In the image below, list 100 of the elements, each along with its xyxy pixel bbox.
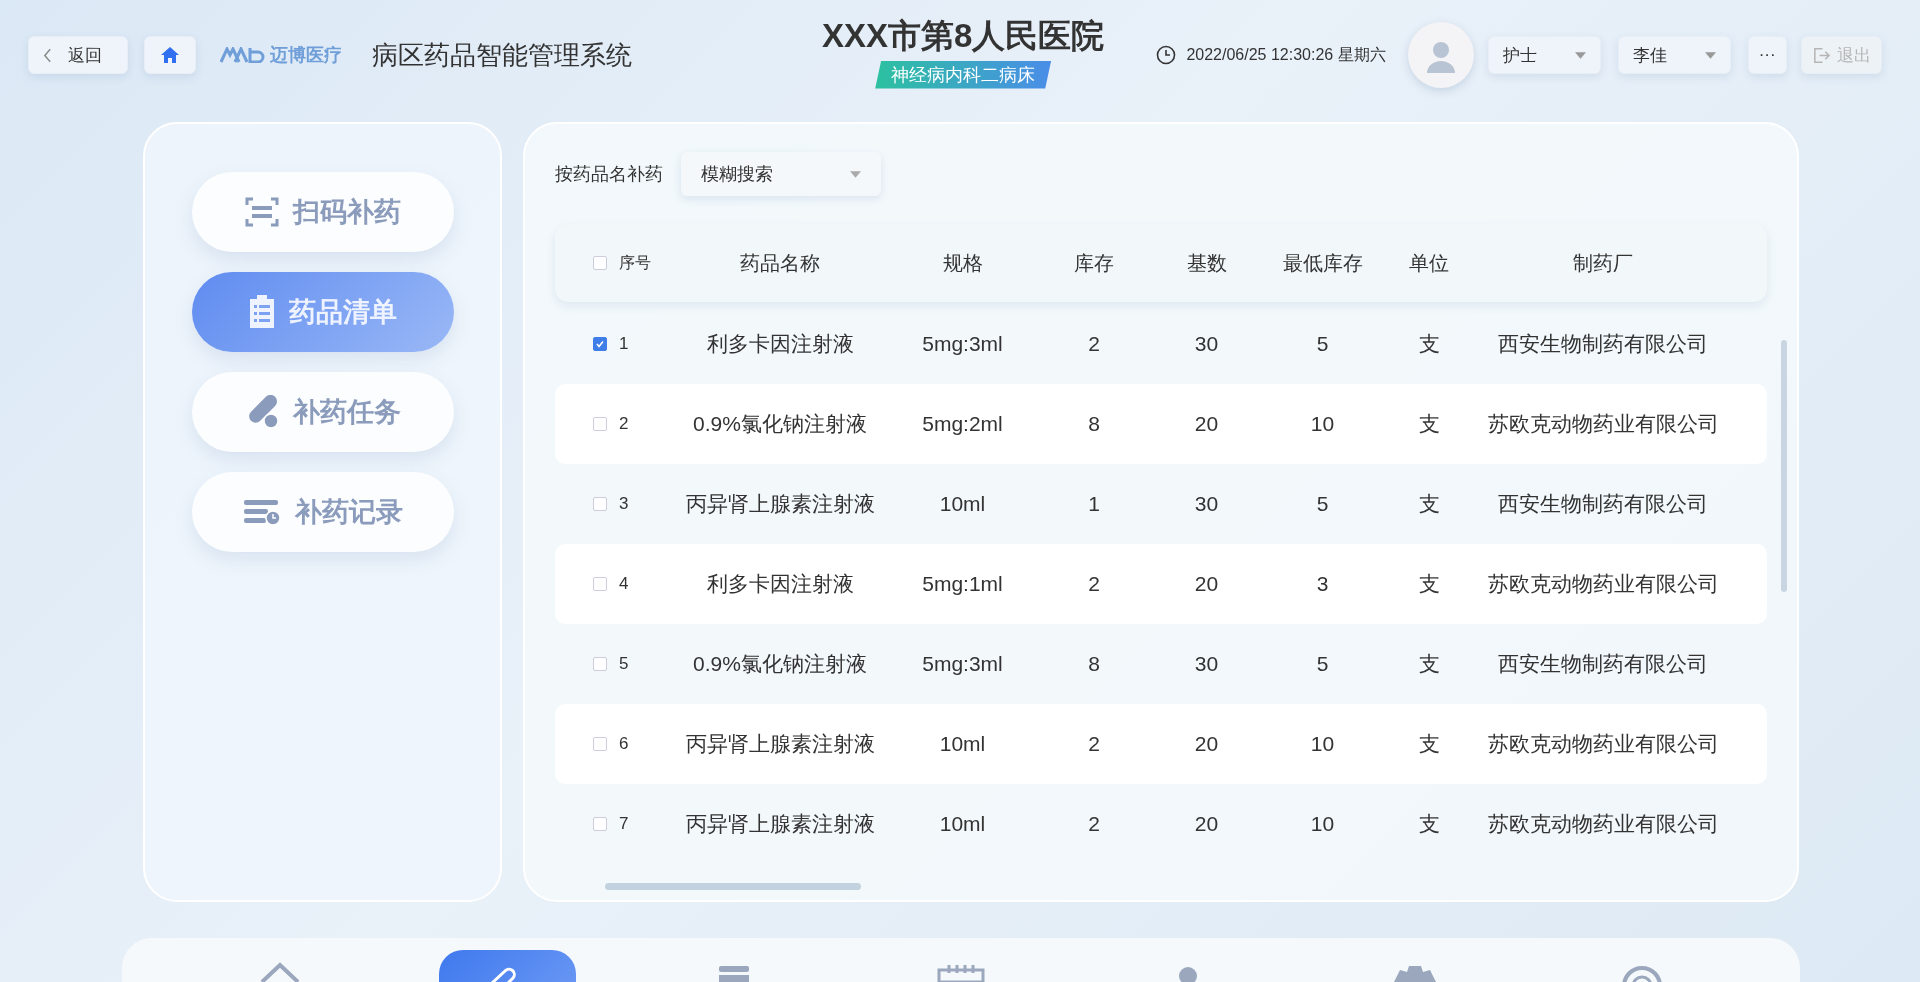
table-cell: 2 xyxy=(1088,332,1100,356)
table-cell-text: 西安生物制药有限公司 xyxy=(1498,331,1708,357)
table-cell: 4 xyxy=(619,574,629,594)
column-header: 库存 xyxy=(1074,250,1114,276)
row-checkbox[interactable] xyxy=(593,417,607,431)
table-cell-text: 0.9%氯化钠注射液 xyxy=(693,651,867,677)
table-cell-text: 苏欧克动物药业有限公司 xyxy=(1487,811,1719,837)
table-cell-text: 支 xyxy=(1418,651,1440,677)
column-header: 单位 xyxy=(1409,250,1449,276)
table-cell: 5mg:1ml xyxy=(922,572,1003,596)
row-checkbox[interactable] xyxy=(593,657,607,671)
table-cell: 30 xyxy=(1194,652,1219,676)
table-cell-text: 丙异肾上腺素注射液 xyxy=(685,811,875,837)
department-badge: 神经病内科二病床 xyxy=(875,60,1052,89)
column-header: 基数 xyxy=(1186,250,1227,276)
system-title: 病区药品智能管理系统 xyxy=(372,38,632,72)
calendar-icon xyxy=(936,962,986,982)
table-cell: 10ml xyxy=(939,492,986,516)
table-cell: 3 xyxy=(619,494,629,514)
back-button[interactable]: 返回 xyxy=(28,36,128,74)
table-cell: 2 xyxy=(1088,812,1100,836)
table-cell: 6 xyxy=(619,734,629,754)
caret-icon xyxy=(1574,51,1586,59)
table-cell: 5 xyxy=(1316,652,1329,676)
table-cell-text: 0.9%氯化钠注射液 xyxy=(693,411,867,437)
table-cell: 30 xyxy=(1194,492,1219,516)
column-header: 制药厂 xyxy=(1573,250,1633,276)
table-cell: 5 xyxy=(1316,492,1329,516)
table-cell: 10ml xyxy=(939,812,986,836)
table-cell: 1 xyxy=(619,334,629,354)
clipboard-icon xyxy=(248,295,275,329)
table-cell-text: 支 xyxy=(1418,811,1440,837)
home-icon xyxy=(260,962,301,982)
column-header: 序号 xyxy=(619,252,651,273)
table-cell-text: 丙异肾上腺素注射液 xyxy=(685,731,875,757)
user-select[interactable]: 李佳 xyxy=(1617,36,1731,74)
table-cell: 10ml xyxy=(939,732,986,756)
home-button[interactable] xyxy=(144,36,196,74)
chevron-left-icon xyxy=(43,47,52,63)
table-cell-text: 支 xyxy=(1418,491,1440,517)
table-cell: 3 xyxy=(1316,572,1329,596)
table-cell-text: 利多卡因注射液 xyxy=(706,571,854,597)
logo-icon xyxy=(220,47,266,63)
table-cell-text: 西安生物制药有限公司 xyxy=(1498,651,1708,677)
row-checkbox[interactable] xyxy=(593,737,607,751)
table-cell: 20 xyxy=(1194,732,1219,756)
column-header: 药品名称 xyxy=(740,250,820,276)
hospital-name: XXX市第8人民医院 xyxy=(822,15,1105,56)
check-icon xyxy=(595,339,605,349)
table-cell: 5mg:2ml xyxy=(922,412,1003,436)
table-cell: 10 xyxy=(1310,412,1335,436)
caret-icon xyxy=(1704,51,1716,59)
search-label: 按药品名补药 xyxy=(555,163,663,186)
table-cell: 5 xyxy=(619,654,629,674)
table-cell-text: 苏欧克动物药业有限公司 xyxy=(1487,411,1719,437)
table-cell: 5mg:3ml xyxy=(922,332,1003,356)
table-cell: 8 xyxy=(1088,412,1100,436)
row-checkbox[interactable] xyxy=(593,337,607,351)
table-cell: 8 xyxy=(1088,652,1100,676)
table-cell-text: 苏欧克动物药业有限公司 xyxy=(1487,731,1719,757)
table-cell: 20 xyxy=(1194,572,1219,596)
table-cell: 10 xyxy=(1310,812,1335,836)
table-cell-text: 苏欧克动物药业有限公司 xyxy=(1487,571,1719,597)
table-cell: 2 xyxy=(619,414,629,434)
table-cell-text: 西安生物制药有限公司 xyxy=(1498,491,1708,517)
column-header: 最低库存 xyxy=(1282,250,1363,276)
scan-icon xyxy=(244,197,279,227)
date-time: 2022/06/25 12:30:26 星期六 xyxy=(1186,44,1386,65)
table-cell: 5mg:3ml xyxy=(922,652,1003,676)
logout-icon xyxy=(1811,45,1831,65)
table-cell-text: 支 xyxy=(1418,411,1440,437)
column-header: 规格 xyxy=(942,250,983,276)
table-cell: 30 xyxy=(1194,332,1219,356)
home-icon xyxy=(160,46,180,64)
row-checkbox[interactable] xyxy=(593,497,607,511)
table-cell: 20 xyxy=(1194,812,1219,836)
table-cell: 5 xyxy=(1316,332,1329,356)
role-select[interactable]: 护士 xyxy=(1487,36,1601,74)
clock-icon xyxy=(1156,45,1177,65)
select-all-checkbox[interactable] xyxy=(593,256,607,270)
table-cell-text: 支 xyxy=(1418,731,1440,757)
caret-icon xyxy=(850,170,861,178)
record-list-icon xyxy=(242,498,281,526)
row-checkbox[interactable] xyxy=(593,817,607,831)
table-cell: 20 xyxy=(1194,412,1219,436)
avatar xyxy=(1407,22,1474,88)
table-cell: 2 xyxy=(1088,572,1100,596)
row-checkbox[interactable] xyxy=(593,577,607,591)
table-cell: 2 xyxy=(1088,732,1100,756)
table-cell: 7 xyxy=(619,814,629,834)
more-button[interactable]: ··· xyxy=(1747,36,1787,74)
table-cell: 10 xyxy=(1310,732,1335,756)
logo-text: 迈博医疗 xyxy=(270,44,342,67)
table-cell-text: 支 xyxy=(1418,571,1440,597)
table-cell-text: 丙异肾上腺素注射液 xyxy=(685,491,875,517)
vertical-scrollbar[interactable] xyxy=(1781,340,1787,592)
search-mode-select[interactable]: 模糊搜索 xyxy=(681,152,881,196)
table-cell: 1 xyxy=(1088,492,1100,516)
horizontal-scrollbar[interactable] xyxy=(605,883,861,890)
table-cell-text: 利多卡因注射液 xyxy=(706,331,854,357)
